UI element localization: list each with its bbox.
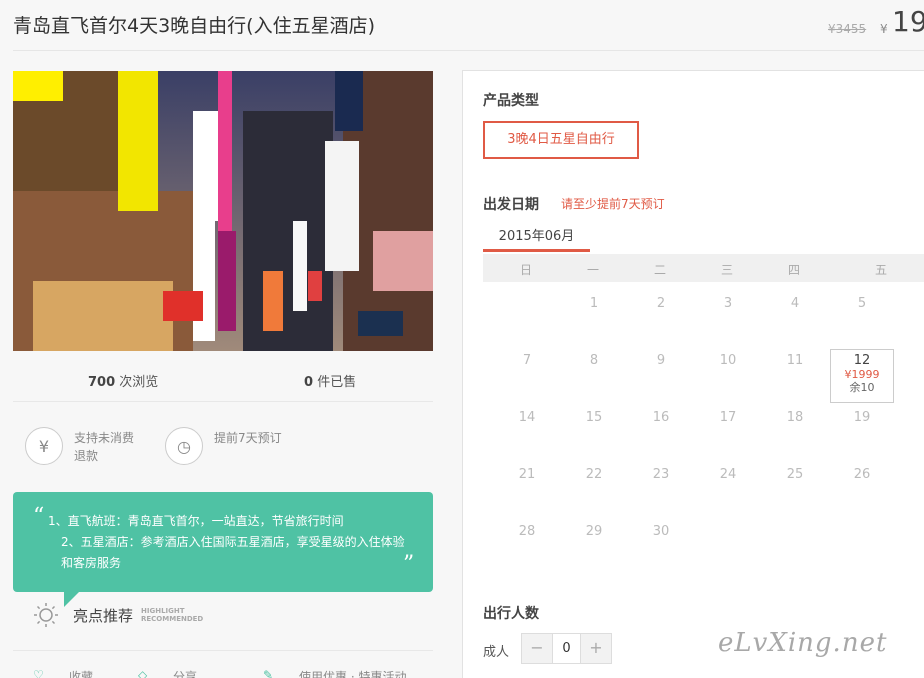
calendar-day: 10 bbox=[719, 353, 737, 368]
feature-refund-text: 支持未消费退款 bbox=[74, 431, 135, 463]
calendar-weekday-header: 日 一 二 三 四 五 bbox=[483, 254, 924, 282]
clock-icon: ◷ bbox=[165, 427, 203, 465]
calendar-day-available[interactable]: 12 ¥1999 余10 bbox=[830, 349, 894, 403]
header-divider bbox=[13, 50, 924, 51]
calendar-day: 29 bbox=[585, 524, 603, 539]
price-currency: ¥ bbox=[880, 22, 888, 36]
calendar-day: 3 bbox=[723, 296, 733, 311]
bottom-divider bbox=[13, 650, 433, 651]
calendar-day: 14 bbox=[518, 410, 536, 425]
adult-label: 成人 bbox=[483, 645, 510, 660]
calendar-day: 18 bbox=[786, 410, 804, 425]
decrement-button[interactable]: − bbox=[522, 634, 552, 663]
watermark: eLvXing.net bbox=[718, 628, 888, 658]
yen-icon: ¥ bbox=[25, 427, 63, 465]
quote-open-icon: “ bbox=[33, 504, 45, 529]
feature-advance-text: 提前7天预订 bbox=[214, 431, 282, 445]
calendar-day: 11 bbox=[786, 353, 804, 368]
month-tab[interactable]: 2015年06月 bbox=[483, 226, 590, 252]
calendar-day: 23 bbox=[652, 467, 670, 482]
highlights-box: “ 1、直飞航班：青岛直飞首尔，一站直达，节省旅行时间 2、五星酒店：参考酒店入… bbox=[13, 492, 433, 592]
product-stats: 700 次浏览 0 件已售 bbox=[13, 360, 433, 400]
page: 青岛直飞首尔4天3晚自由行(入住五星酒店) ¥3455 ¥ 19 700 次浏览… bbox=[0, 0, 924, 678]
highlight-line-1: 1、直飞航班：青岛直飞首尔，一站直达，节省旅行时间 bbox=[48, 514, 344, 528]
adult-quantity-value[interactable]: 0 bbox=[552, 634, 581, 663]
calendar-day: 5 bbox=[857, 296, 867, 311]
calendar-day: 16 bbox=[652, 410, 670, 425]
quote-close-icon: ” bbox=[403, 552, 415, 577]
weekday-label: 一 bbox=[586, 263, 599, 277]
calendar-day: 25 bbox=[786, 467, 804, 482]
highlights-title: 亮点推荐 bbox=[73, 607, 134, 625]
calendar-day: 26 bbox=[853, 467, 871, 482]
sold-stat: 0 件已售 bbox=[304, 375, 357, 390]
depart-date-label: 出发日期 bbox=[483, 197, 539, 213]
sun-icon bbox=[34, 603, 58, 627]
calendar-day: 24 bbox=[719, 467, 737, 482]
bottom-actions: ♡ 收藏 ◇ 分享 ✎ 使用优惠 · 特惠活动 bbox=[13, 662, 433, 678]
calendar-day: 4 bbox=[790, 296, 800, 311]
adult-quantity-stepper: − 0 + bbox=[521, 633, 612, 664]
calendar-day: 21 bbox=[518, 467, 536, 482]
share-icon[interactable]: ◇ bbox=[138, 668, 147, 678]
original-price: ¥3455 bbox=[828, 22, 867, 36]
increment-button[interactable]: + bbox=[581, 634, 611, 663]
calendar-day: 28 bbox=[518, 524, 536, 539]
coupon-icon[interactable]: ✎ bbox=[263, 668, 273, 678]
available-day-stock: 余10 bbox=[849, 381, 875, 394]
calendar-day: 9 bbox=[656, 353, 666, 368]
depart-date-hint: 请至少提前7天预订 bbox=[561, 197, 665, 211]
highlights-subtitle: HIGHLIGHT RECOMMENDED bbox=[141, 607, 204, 623]
calendar-day: 30 bbox=[652, 524, 670, 539]
weekday-label: 五 bbox=[874, 263, 887, 277]
views-stat: 700 次浏览 bbox=[88, 375, 159, 390]
highlight-line-2: 2、五星酒店：参考酒店入住国际五星酒店，享受星级的入住体验和客房服务 bbox=[61, 535, 405, 570]
calendar-day: 1 bbox=[589, 296, 599, 311]
calendar-day: 8 bbox=[589, 353, 599, 368]
favorite-button[interactable]: 收藏 bbox=[69, 668, 93, 678]
calendar-day: 19 bbox=[853, 410, 871, 425]
product-photo bbox=[13, 71, 433, 351]
coupon-button[interactable]: 使用优惠 · 特惠活动 bbox=[299, 668, 406, 678]
available-day-price: ¥1999 bbox=[844, 368, 880, 381]
weekday-label: 日 bbox=[519, 263, 532, 277]
calendar-day: 17 bbox=[719, 410, 737, 425]
weekday-label: 三 bbox=[720, 263, 733, 277]
page-title: 青岛直飞首尔4天3晚自由行(入住五星酒店) bbox=[13, 15, 376, 37]
travelers-label: 出行人数 bbox=[483, 606, 539, 622]
calendar-day: 22 bbox=[585, 467, 603, 482]
stats-divider bbox=[13, 401, 433, 402]
booking-panel: 产品类型 3晚4日五星自由行 出发日期 请至少提前7天预订 2015年06月 日… bbox=[462, 70, 924, 678]
available-day-number: 12 bbox=[853, 353, 871, 368]
product-type-option[interactable]: 3晚4日五星自由行 bbox=[483, 121, 639, 159]
calendar-day: 2 bbox=[656, 296, 666, 311]
favorite-icon[interactable]: ♡ bbox=[33, 668, 44, 678]
share-button[interactable]: 分享 bbox=[173, 668, 197, 678]
current-price: 19 bbox=[892, 5, 924, 38]
calendar-day: 15 bbox=[585, 410, 603, 425]
product-type-label: 产品类型 bbox=[483, 93, 539, 109]
calendar-day: 7 bbox=[522, 353, 532, 368]
weekday-label: 二 bbox=[653, 263, 666, 277]
weekday-label: 四 bbox=[787, 263, 800, 277]
